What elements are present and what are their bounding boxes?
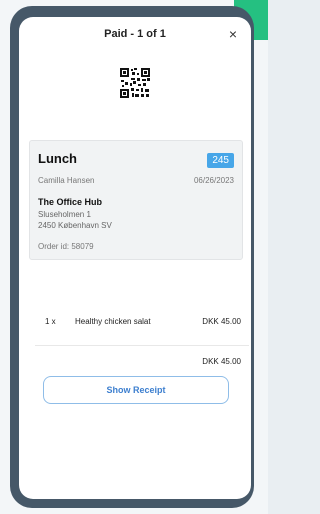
- order-badge: 245: [207, 153, 234, 168]
- page-title: Paid - 1 of 1: [104, 28, 166, 40]
- total-price: DKK 45.00: [202, 357, 241, 366]
- item-price: DKK 45.00: [202, 317, 241, 326]
- close-icon[interactable]: ×: [225, 26, 241, 42]
- item-name: Healthy chicken salat: [75, 317, 151, 326]
- order-date: 06/26/2023: [193, 176, 234, 185]
- venue-name: The Office Hub: [38, 197, 103, 207]
- order-card: Lunch 245 Camilla Hansen 06/26/2023 The …: [29, 140, 243, 260]
- order-title: Lunch: [38, 151, 77, 166]
- venue-address-line1: Sluseholmen 1: [38, 210, 91, 219]
- divider: [35, 345, 249, 346]
- qr-code-icon: [120, 68, 150, 98]
- item-quantity: 1 x: [45, 317, 56, 326]
- order-id: Order id: 58079: [38, 242, 94, 251]
- show-receipt-button[interactable]: Show Receipt: [43, 376, 229, 404]
- venue-address-line2: 2450 København SV: [38, 221, 112, 230]
- customer-name: Camilla Hansen: [38, 176, 95, 185]
- receipt-screen: Paid - 1 of 1 × Lunch 245 Camilla Hansen…: [19, 17, 251, 499]
